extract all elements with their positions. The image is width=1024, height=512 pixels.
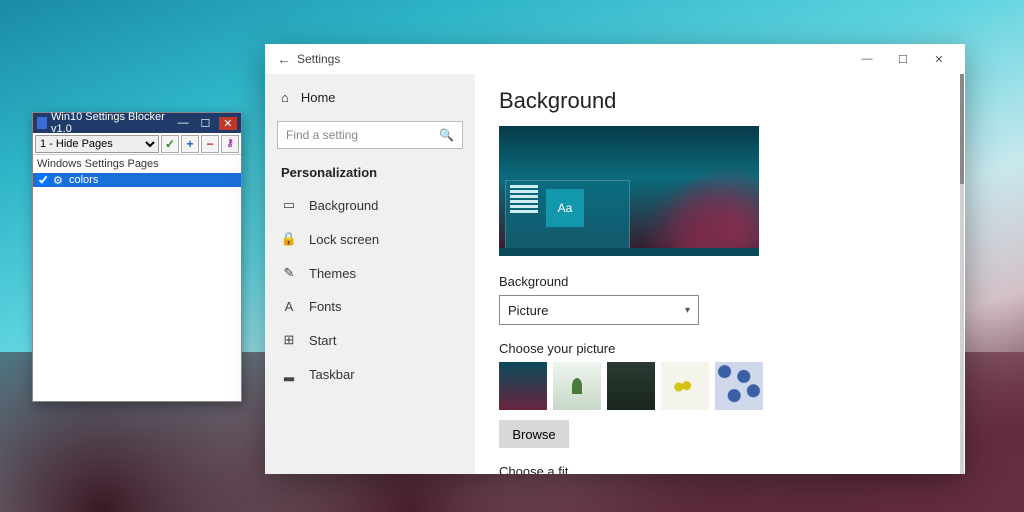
blocker-list: Windows Settings Pages ⚙ colors [33, 155, 241, 401]
sidebar-item-background[interactable]: ▭ Background [265, 188, 475, 222]
search-placeholder: Find a setting [286, 128, 358, 142]
sidebar-item-themes[interactable]: ✎ Themes [265, 256, 475, 290]
lock-icon: 🔒 [281, 231, 297, 247]
preview-wallpaper [616, 165, 759, 256]
blocker-item-label: colors [69, 174, 98, 186]
themes-icon: ✎ [281, 265, 297, 281]
blocker-key-button[interactable]: ⚷ [221, 135, 239, 153]
sidebar-item-label: Background [309, 198, 378, 213]
page-title: Background [499, 88, 941, 114]
preview-taskbar [499, 248, 759, 256]
blocker-remove-button[interactable]: − [201, 135, 219, 153]
blocker-list-heading: Windows Settings Pages [33, 155, 241, 173]
scrollbar-thumb[interactable] [960, 74, 964, 184]
settings-window-title: Settings [297, 52, 340, 66]
sidebar-item-home[interactable]: ⌂ Home [265, 82, 475, 113]
background-label: Background [499, 274, 941, 289]
picture-thumb-2[interactable] [553, 362, 601, 410]
settings-titlebar[interactable]: ← Settings — ☐ ✕ [265, 44, 965, 74]
sidebar-item-label: Start [309, 333, 336, 348]
sidebar-home-label: Home [301, 90, 336, 105]
sidebar-item-lockscreen[interactable]: 🔒 Lock screen [265, 222, 475, 256]
picture-thumb-5[interactable] [715, 362, 763, 410]
blocker-title-text: Win10 Settings Blocker v1.0 [51, 111, 166, 135]
start-icon: ⊞ [281, 332, 297, 348]
sidebar-item-start[interactable]: ⊞ Start [265, 323, 475, 357]
settings-sidebar: ⌂ Home Find a setting 🔍 Personalization … [265, 74, 475, 474]
picture-thumbnails [499, 362, 941, 410]
sidebar-category: Personalization [265, 157, 475, 188]
sidebar-item-label: Fonts [309, 299, 342, 314]
settings-window: ← Settings — ☐ ✕ ⌂ Home Find a setting 🔍… [265, 44, 965, 474]
background-icon: ▭ [281, 197, 297, 213]
settings-minimize-button[interactable]: — [849, 53, 885, 65]
settings-search-input[interactable]: Find a setting 🔍 [277, 121, 463, 149]
blocker-close-button[interactable]: ✕ [219, 117, 237, 130]
sidebar-item-label: Taskbar [309, 367, 355, 382]
fonts-icon: A [281, 299, 297, 314]
chevron-down-icon: ▾ [685, 305, 690, 316]
choose-fit-label: Choose a fit [499, 464, 941, 474]
picture-thumb-1[interactable] [499, 362, 547, 410]
background-type-select[interactable]: Picture ▾ [499, 295, 699, 325]
settings-scrollbar[interactable] [960, 74, 964, 474]
blocker-add-button[interactable]: + [181, 135, 199, 153]
choose-picture-label: Choose your picture [499, 341, 941, 356]
background-type-value: Picture [508, 303, 548, 318]
blocker-titlebar[interactable]: Win10 Settings Blocker v1.0 — ☐ ✕ [33, 113, 241, 133]
settings-content: Background Aa Background Picture ▾ Choos… [475, 74, 965, 474]
background-preview: Aa [499, 126, 759, 256]
browse-button[interactable]: Browse [499, 420, 569, 448]
blocker-toolbar: 1 - Hide Pages ✓ + − ⚷ [33, 133, 241, 155]
picture-thumb-4[interactable] [661, 362, 709, 410]
taskbar-icon: ▂ [281, 366, 297, 382]
back-button[interactable]: ← [277, 51, 297, 67]
home-icon: ⌂ [281, 90, 289, 105]
search-icon: 🔍 [439, 128, 454, 142]
settings-close-button[interactable]: ✕ [921, 53, 957, 66]
picture-thumb-3[interactable] [607, 362, 655, 410]
blocker-minimize-button[interactable]: — [174, 117, 192, 129]
blocker-list-item[interactable]: ⚙ colors [33, 173, 241, 187]
sidebar-item-label: Themes [309, 266, 356, 281]
blocker-mode-select[interactable]: 1 - Hide Pages [35, 135, 159, 153]
blocker-window: Win10 Settings Blocker v1.0 — ☐ ✕ 1 - Hi… [32, 112, 242, 402]
gear-icon: ⚙ [53, 174, 65, 186]
blocker-apply-button[interactable]: ✓ [161, 135, 179, 153]
sidebar-item-fonts[interactable]: A Fonts [265, 290, 475, 323]
sidebar-item-label: Lock screen [309, 232, 379, 247]
blocker-maximize-button[interactable]: ☐ [196, 117, 214, 130]
preview-overlay: Aa [505, 180, 630, 250]
blocker-app-icon [37, 117, 47, 129]
preview-tile: Aa [546, 189, 584, 227]
sidebar-item-taskbar[interactable]: ▂ Taskbar [265, 357, 475, 391]
settings-maximize-button[interactable]: ☐ [885, 53, 921, 66]
blocker-item-checkbox[interactable] [37, 174, 49, 186]
